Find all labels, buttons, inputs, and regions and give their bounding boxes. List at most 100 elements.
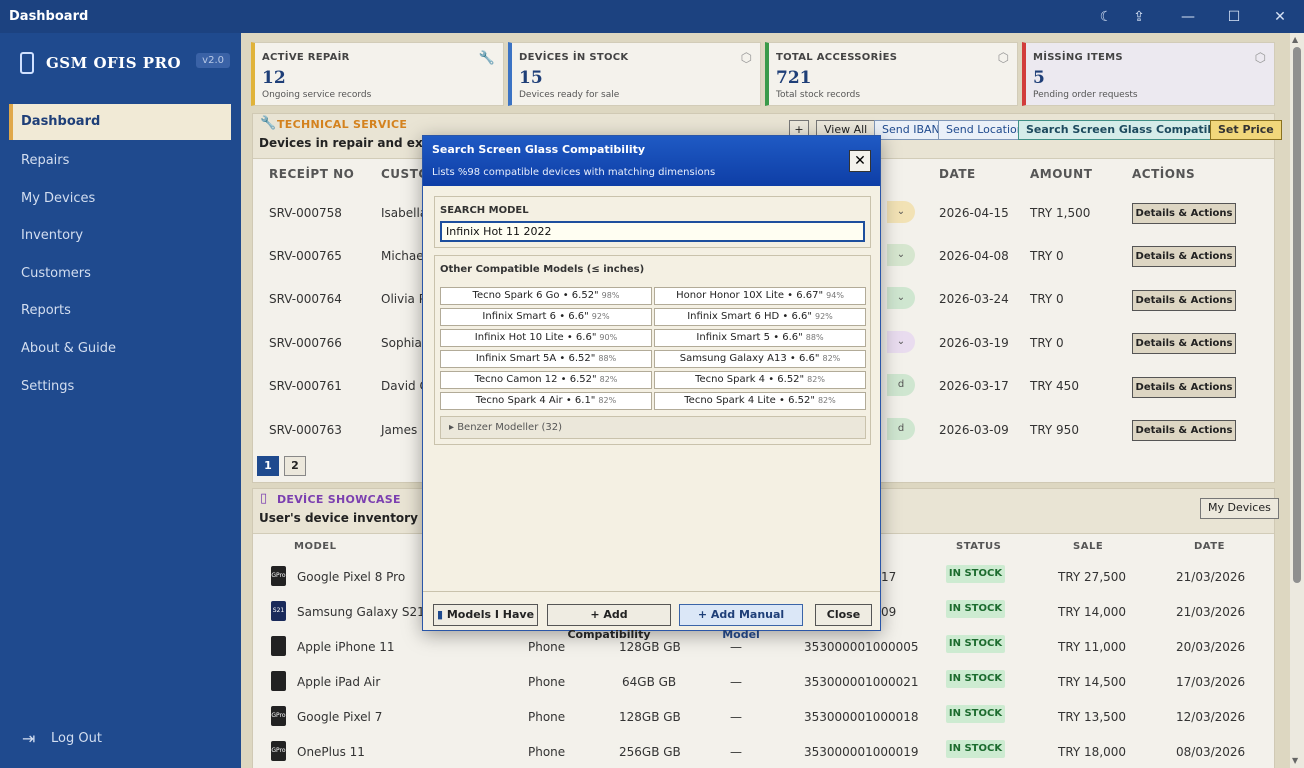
- sidebar-item-settings[interactable]: Settings: [9, 368, 231, 406]
- sidebar-item-about[interactable]: About & Guide: [9, 330, 231, 368]
- device-date: 08/03/2026: [1176, 745, 1246, 759]
- sidebar-item-reports[interactable]: Reports: [9, 292, 231, 330]
- status-dropdown[interactable]: ⌄: [887, 331, 915, 353]
- main-scrollbar[interactable]: ▲ ▼: [1290, 33, 1304, 768]
- compatible-model-item[interactable]: Tecno Spark 4 Lite • 6.52" 82%: [654, 392, 866, 410]
- stat-label: ACTİVE REPAİR: [262, 52, 350, 63]
- logout-icon: ⇥: [22, 729, 36, 748]
- compatible-models-label: Other Compatible Models (≤ inches): [440, 264, 645, 275]
- set-price-button[interactable]: Set Price: [1210, 120, 1282, 140]
- compatible-model-item[interactable]: Samsung Galaxy A13 • 6.6" 82%: [654, 350, 866, 368]
- col-amount: AMOUNT: [1030, 167, 1093, 181]
- device-thumbnail: GPro: [271, 706, 286, 726]
- device-imei: 353000001000005: [804, 640, 919, 654]
- details-actions-button[interactable]: Details & Actions: [1132, 333, 1236, 354]
- device-thumbnail: S21: [271, 601, 286, 621]
- status-dropdown[interactable]: ⌄: [887, 287, 915, 309]
- details-actions-button[interactable]: Details & Actions: [1132, 420, 1236, 441]
- close-button[interactable]: Close: [815, 604, 872, 626]
- compatible-model-item[interactable]: Infinix Hot 10 Lite • 6.6" 90%: [440, 329, 652, 347]
- stat-value: 12: [262, 68, 286, 88]
- compatible-model-item[interactable]: Infinix Smart 6 HD • 6.6" 92%: [654, 308, 866, 326]
- device-model: OnePlus 11: [297, 745, 365, 759]
- status-dropdown[interactable]: ⌄: [887, 201, 915, 223]
- search-model-input[interactable]: [440, 221, 865, 242]
- compatible-model-item[interactable]: Tecno Spark 4 • 6.52" 82%: [654, 371, 866, 389]
- details-actions-button[interactable]: Details & Actions: [1132, 290, 1236, 311]
- device-model: Apple iPhone 11: [297, 640, 395, 654]
- device-imei: 09: [881, 605, 897, 619]
- compatible-model-item[interactable]: Tecno Spark 6 Go • 6.52" 98%: [440, 287, 652, 305]
- phone-icon: ▯: [260, 491, 268, 506]
- moon-icon[interactable]: ☾: [1096, 7, 1116, 27]
- device-type: Phone: [528, 675, 566, 689]
- device-thumbnail: GPro: [271, 741, 286, 761]
- device-storage: 128GB GB: [619, 710, 681, 724]
- device-model: Apple iPad Air: [297, 675, 381, 689]
- col-sale: SALE: [1073, 541, 1104, 552]
- receipt-no: SRV-000763: [269, 423, 342, 437]
- upload-icon[interactable]: ⇪: [1129, 7, 1149, 27]
- status-dropdown[interactable]: d: [887, 374, 915, 396]
- maximize-icon[interactable]: ☐: [1224, 7, 1244, 27]
- add-manual-model-button[interactable]: + Add Manual Model: [679, 604, 803, 641]
- stat-label: TOTAL ACCESSORİES: [776, 52, 898, 63]
- page-2-button[interactable]: 2: [284, 456, 306, 476]
- compatible-model-item[interactable]: Tecno Spark 4 Air • 6.1" 82%: [440, 392, 652, 410]
- box-icon: ⬡: [1254, 51, 1266, 66]
- col-date: DATE: [1194, 541, 1225, 552]
- row-date: 2026-03-17: [939, 379, 1009, 393]
- scrollbar-thumb[interactable]: [1293, 47, 1301, 583]
- device-storage: 64GB GB: [622, 675, 677, 689]
- glass-compat-dialog: Search Screen Glass Compatibility Lists …: [422, 135, 881, 641]
- device-imei: 353000001000021: [804, 675, 919, 689]
- device-type: Phone: [528, 710, 566, 724]
- receipt-no: SRV-000766: [269, 336, 342, 350]
- close-icon[interactable]: ✕: [1270, 7, 1290, 27]
- send-iban-button[interactable]: Send IBAN: [874, 120, 948, 140]
- compatible-model-item[interactable]: Infinix Smart 6 • 6.6" 92%: [440, 308, 652, 326]
- receipt-no: SRV-000764: [269, 292, 342, 306]
- receipt-no: SRV-000761: [269, 379, 342, 393]
- sidebar-item-customers[interactable]: Customers: [9, 255, 231, 293]
- similar-models-expander[interactable]: ▸ Benzer Modeller (32): [440, 416, 866, 439]
- compatible-model-item[interactable]: Infinix Smart 5A • 6.52" 88%: [440, 350, 652, 368]
- sidebar-item-repairs[interactable]: Repairs: [9, 142, 231, 180]
- device-date: 17/03/2026: [1176, 675, 1246, 689]
- sidebar-item-my-devices[interactable]: My Devices: [9, 180, 231, 218]
- my-devices-button[interactable]: My Devices: [1200, 498, 1279, 519]
- logout-button[interactable]: ⇥ Log Out: [22, 727, 142, 751]
- col-actions: ACTİONS: [1132, 167, 1196, 181]
- details-actions-button[interactable]: Details & Actions: [1132, 377, 1236, 398]
- status-dropdown[interactable]: d: [887, 418, 915, 440]
- scroll-down-icon[interactable]: ▼: [1292, 756, 1298, 765]
- minimize-icon[interactable]: —: [1178, 7, 1198, 27]
- add-compatibility-button[interactable]: + Add Compatibility: [547, 604, 671, 641]
- device-type: Phone: [528, 745, 566, 759]
- page-1-button[interactable]: 1: [257, 456, 279, 476]
- sidebar: GSM OFIS PRO v2.0 Dashboard Repairs My D…: [0, 33, 241, 768]
- dialog-title: Search Screen Glass Compatibility: [432, 143, 646, 156]
- dialog-footer: ▮ Models I Have + Add Compatibility + Ad…: [423, 591, 880, 641]
- details-actions-button[interactable]: Details & Actions: [1132, 246, 1236, 267]
- device-thumbnail: [271, 671, 286, 691]
- brand-name: GSM OFIS PRO: [46, 54, 182, 72]
- status-dropdown[interactable]: ⌄: [887, 244, 915, 266]
- row-amount: TRY 0: [1030, 336, 1064, 350]
- device-color: —: [730, 675, 742, 689]
- box-icon: ⬡: [740, 51, 752, 66]
- details-actions-button[interactable]: Details & Actions: [1132, 203, 1236, 224]
- device-color: —: [730, 745, 742, 759]
- compatible-model-item[interactable]: Honor Honor 10X Lite • 6.67" 94%: [654, 287, 866, 305]
- dialog-close-icon[interactable]: ✕: [849, 150, 871, 172]
- scroll-up-icon[interactable]: ▲: [1292, 35, 1298, 44]
- sidebar-item-dashboard[interactable]: Dashboard: [9, 104, 231, 140]
- stat-value: 5: [1033, 68, 1045, 88]
- receipt-no: SRV-000758: [269, 206, 342, 220]
- compatible-model-item[interactable]: Infinix Smart 5 • 6.6" 88%: [654, 329, 866, 347]
- compatible-model-item[interactable]: Tecno Camon 12 • 6.52" 82%: [440, 371, 652, 389]
- models-i-have-button[interactable]: ▮ Models I Have: [433, 604, 538, 626]
- panel-title: TECHNICAL SERVICE: [277, 118, 408, 131]
- sidebar-item-inventory[interactable]: Inventory: [9, 217, 231, 255]
- customer-name: Olivia P: [381, 292, 426, 306]
